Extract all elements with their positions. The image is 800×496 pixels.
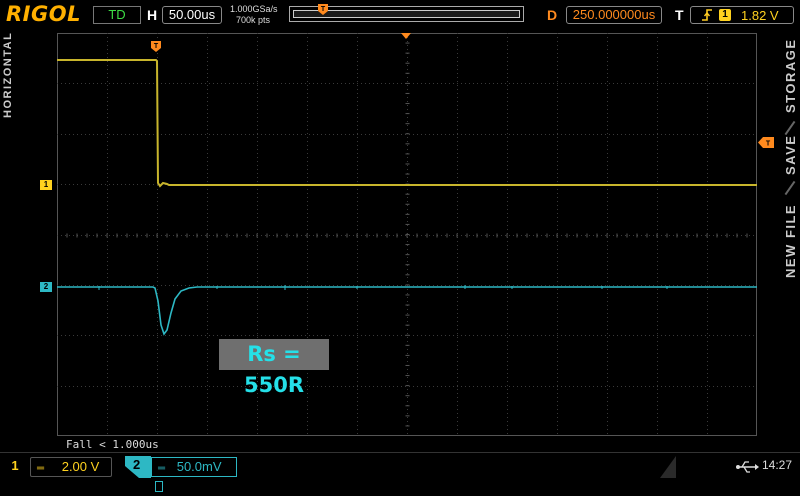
- timebase-value[interactable]: 50.00us: [162, 6, 222, 24]
- ch2-number: 2: [133, 457, 141, 472]
- top-status-bar: RIGOL TD H 50.00us 1.000GSa/s 700k pts T…: [0, 0, 800, 30]
- fall-time-measurement: Fall < 1.000us: [66, 438, 159, 451]
- memory-depth: 700k pts: [236, 15, 271, 25]
- horizontal-label: H: [147, 7, 158, 23]
- center-marker-icon: [401, 33, 411, 39]
- trigger-level-marker[interactable]: T: [758, 135, 774, 148]
- trigger-label: T: [675, 7, 684, 23]
- trigger-position-icon: T: [318, 4, 328, 15]
- menu-item-storage[interactable]: STORAGE: [780, 30, 800, 125]
- menu-arrow-icon[interactable]: [658, 456, 678, 478]
- delay-value[interactable]: 250.000000us: [566, 6, 662, 24]
- delay-label: D: [547, 7, 558, 23]
- bottom-divider: [0, 452, 800, 453]
- svg-text:T: T: [321, 6, 326, 13]
- trigger-position-marker[interactable]: T: [151, 40, 161, 52]
- horizontal-side-tab[interactable]: HORIZONTAL: [0, 30, 22, 130]
- ch2-scale-box[interactable]: ═ 50.0mV: [151, 457, 237, 492]
- ch1-scale: 2.00 V: [61, 459, 100, 474]
- menu-item-new-file[interactable]: NEW FILE: [780, 190, 800, 280]
- svg-text:T: T: [154, 43, 159, 50]
- clock-time: 14:27: [762, 458, 793, 472]
- storage-menu-panel: STORAGE SAVE NEW FILE: [780, 30, 800, 450]
- memory-position-bar[interactable]: T: [289, 4, 524, 22]
- waveform-display[interactable]: [57, 33, 757, 436]
- bandwidth-limit-icon: [155, 481, 163, 492]
- ch1-coupling-icon: ═: [37, 463, 45, 474]
- channel-status-bar: 1 ═ 2.00 V 2 ═ 50.0mV 14:27: [0, 452, 800, 492]
- menu-item-storage-label: STORAGE: [783, 38, 798, 113]
- trigger-settings-box[interactable]: 1 1.82 V: [690, 6, 794, 24]
- rigol-logo: RIGOL: [6, 2, 81, 26]
- ch1-offset-marker[interactable]: 1: [40, 180, 52, 190]
- ch2-coupling-icon: ═: [158, 463, 166, 474]
- trigger-source-badge: 1: [719, 9, 731, 21]
- sample-rate: 1.000GSa/s: [230, 4, 278, 14]
- ch1-number[interactable]: 1: [4, 457, 26, 477]
- rising-edge-icon: [702, 9, 712, 21]
- rs-annotation: Rs = 550R: [219, 339, 329, 397]
- menu-item-save-label: SAVE: [783, 134, 798, 175]
- ch2-active-tab[interactable]: 2 ═ 50.0mV: [125, 456, 238, 492]
- menu-item-save[interactable]: SAVE: [780, 130, 800, 185]
- trigger-level-value: 1.82 V: [741, 8, 779, 23]
- trigger-status-badge[interactable]: TD: [93, 6, 141, 24]
- svg-text:T: T: [766, 141, 771, 148]
- ch2-scale: 50.0mV: [176, 459, 222, 474]
- usb-icon: [736, 461, 759, 473]
- menu-item-new-file-label: NEW FILE: [783, 203, 798, 278]
- ch1-scale-box[interactable]: ═ 2.00 V: [30, 457, 112, 477]
- horizontal-tab-label: HORIZONTAL: [2, 31, 14, 118]
- ch2-offset-marker[interactable]: 2: [40, 282, 52, 292]
